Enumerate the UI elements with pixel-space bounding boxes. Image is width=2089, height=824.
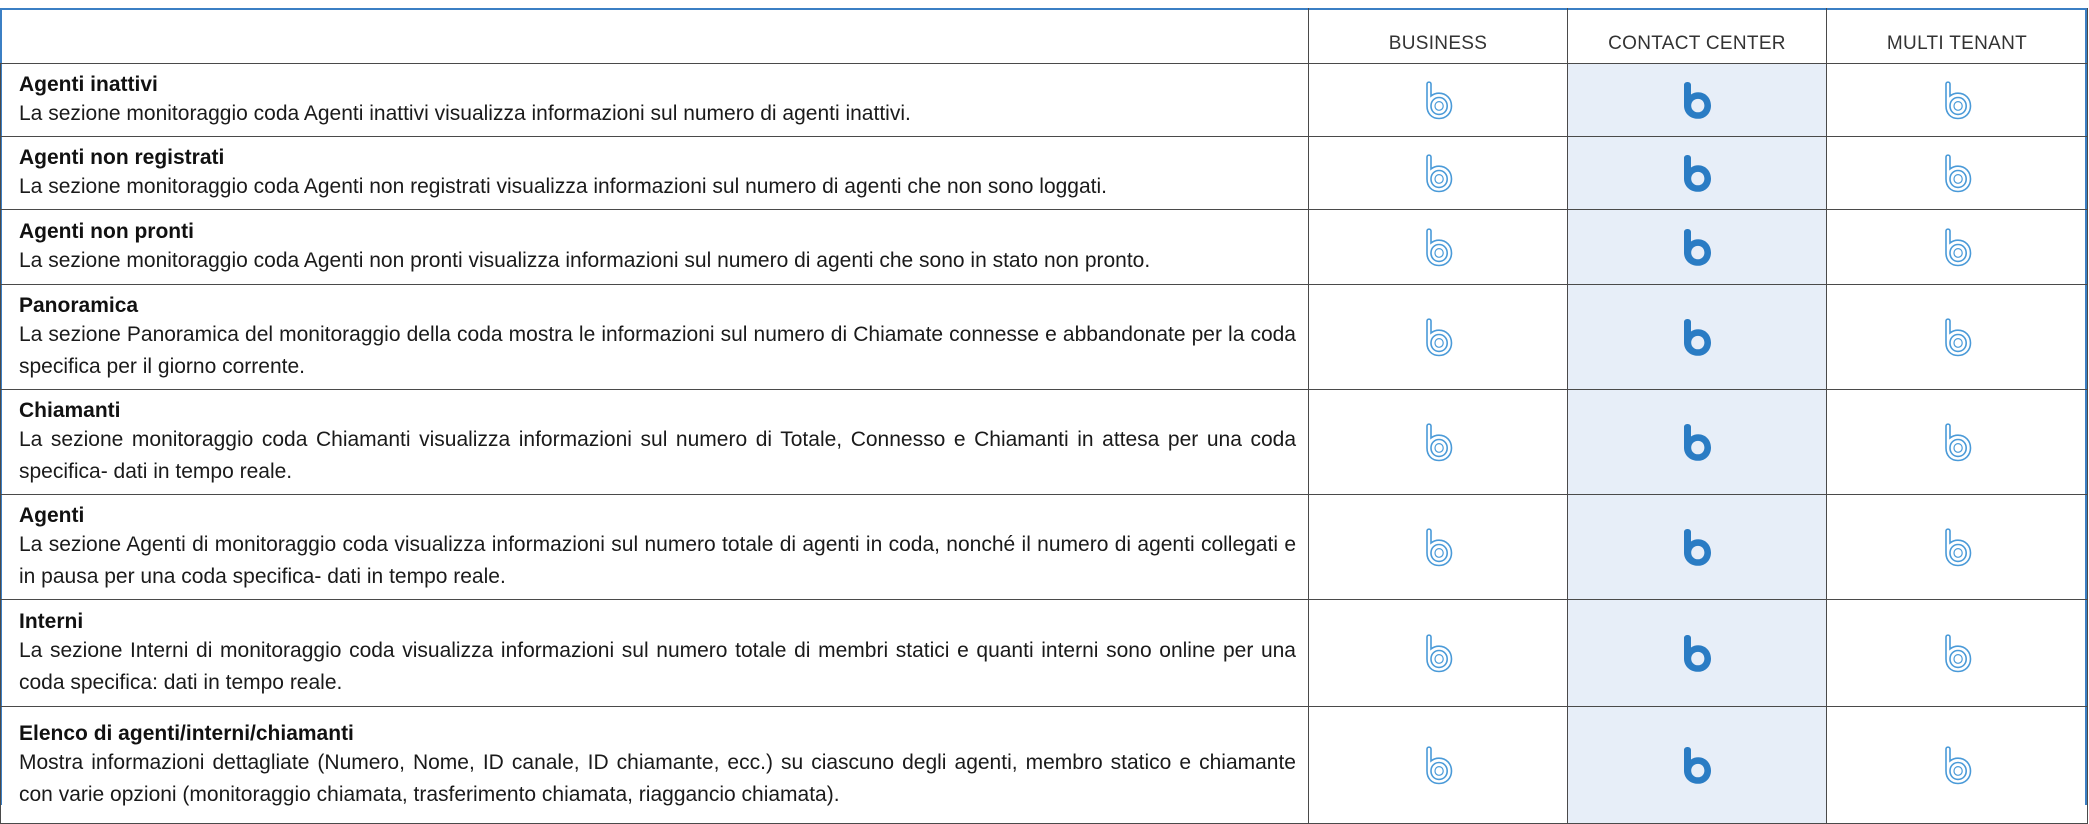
brand-b-outline-icon: [1940, 422, 1974, 462]
plan-cell-multi-tenant: [1826, 493, 2088, 600]
brand-b-filled-icon: [1680, 227, 1714, 267]
feature-description: La sezione Interni di monitoraggio coda …: [19, 638, 1296, 694]
table-row: Agenti La sezione Agenti di monitoraggio …: [0, 493, 2088, 600]
plan-cell-contact-center: [1567, 135, 1827, 210]
brand-b-outline-icon: [1940, 527, 1974, 567]
table-row: Interni La sezione Interni di monitoraggi…: [0, 598, 2088, 707]
brand-b-outline-icon: [1421, 633, 1455, 673]
table-row: Agenti inattivi La sezione monitoraggio c…: [0, 62, 2088, 137]
brand-b-outline-icon: [1421, 745, 1455, 785]
feature-description: La sezione Agenti di monitoraggio coda v…: [19, 532, 1296, 588]
feature-description: Mostra informazioni dettagliate (Numero,…: [19, 750, 1296, 806]
feature-comparison-table: BUSINESS CONTACT CENTER MULTI TENANT Age…: [0, 8, 2088, 824]
brand-b-outline-icon: [1421, 527, 1455, 567]
feature-description: La sezione monitoraggio coda Agenti non …: [19, 248, 1151, 272]
brand-b-filled-icon: [1680, 633, 1714, 673]
plan-cell-business: [1308, 208, 1568, 285]
feature-description: La sezione monitoraggio coda Chiamanti v…: [19, 427, 1296, 483]
plan-cell-contact-center: [1567, 598, 1827, 707]
table-row: Chiamanti La sezione monitoraggio coda Ch…: [0, 388, 2088, 495]
table-row: Elenco di agenti/interni/chiamanti Mostra…: [0, 705, 2088, 824]
plan-cell-multi-tenant: [1826, 598, 2088, 707]
plan-cell-business: [1308, 705, 1568, 824]
feature-description: La sezione Panoramica del monitoraggio d…: [19, 322, 1296, 378]
feature-cell: Panoramica La sezione Panoramica del moni…: [0, 283, 1309, 390]
plan-cell-contact-center: [1567, 705, 1827, 824]
header-plan-contact-center: CONTACT CENTER: [1567, 8, 1827, 64]
feature-cell: Agenti La sezione Agenti di monitoraggio …: [0, 493, 1309, 600]
plan-cell-business: [1308, 388, 1568, 495]
plan-cell-multi-tenant: [1826, 208, 2088, 285]
feature-cell: Interni La sezione Interni di monitoraggi…: [0, 598, 1309, 707]
plan-cell-contact-center: [1567, 208, 1827, 285]
brand-b-outline-icon: [1940, 80, 1974, 120]
brand-b-filled-icon: [1680, 153, 1714, 193]
brand-b-outline-icon: [1940, 227, 1974, 267]
brand-b-filled-icon: [1680, 422, 1714, 462]
header-feature-cell: [0, 8, 1309, 64]
plan-cell-contact-center: [1567, 493, 1827, 600]
plan-cell-business: [1308, 62, 1568, 137]
table-row: Panoramica La sezione Panoramica del moni…: [0, 283, 2088, 390]
feature-cell: Elenco di agenti/interni/chiamanti Mostra…: [0, 705, 1309, 824]
plan-cell-multi-tenant: [1826, 388, 2088, 495]
plan-cell-multi-tenant: [1826, 705, 2088, 824]
header-plan-business: BUSINESS: [1308, 8, 1568, 64]
brand-b-outline-icon: [1421, 80, 1455, 120]
feature-title: Elenco di agenti/interni/chiamanti: [19, 721, 354, 745]
plan-cell-business: [1308, 135, 1568, 210]
plan-cell-contact-center: [1567, 283, 1827, 390]
brand-b-filled-icon: [1680, 527, 1714, 567]
feature-cell: Agenti non registrati La sezione monitora…: [0, 135, 1309, 210]
feature-title: Agenti non pronti: [19, 219, 194, 243]
feature-title: Chiamanti: [19, 398, 121, 422]
feature-title: Panoramica: [19, 293, 139, 317]
table-row: Agenti non pronti La sezione monitoraggio…: [0, 208, 2088, 285]
table-header-row: BUSINESS CONTACT CENTER MULTI TENANT: [0, 8, 2088, 64]
feature-title: Agenti inattivi: [19, 72, 158, 96]
plan-cell-multi-tenant: [1826, 62, 2088, 137]
brand-b-outline-icon: [1421, 227, 1455, 267]
brand-b-filled-icon: [1680, 317, 1714, 357]
plan-cell-multi-tenant: [1826, 135, 2088, 210]
plan-cell-business: [1308, 283, 1568, 390]
brand-b-outline-icon: [1940, 317, 1974, 357]
brand-b-outline-icon: [1940, 153, 1974, 193]
brand-b-filled-icon: [1680, 745, 1714, 785]
table-row: Agenti non registrati La sezione monitora…: [0, 135, 2088, 210]
header-plan-multi-tenant: MULTI TENANT: [1826, 8, 2088, 64]
feature-cell: Chiamanti La sezione monitoraggio coda Ch…: [0, 388, 1309, 495]
plan-cell-business: [1308, 493, 1568, 600]
feature-title: Interni: [19, 609, 84, 633]
feature-description: La sezione monitoraggio coda Agenti non …: [19, 174, 1107, 198]
feature-title: Agenti non registrati: [19, 145, 225, 169]
brand-b-filled-icon: [1680, 80, 1714, 120]
brand-b-outline-icon: [1421, 317, 1455, 357]
brand-b-outline-icon: [1421, 153, 1455, 193]
brand-b-outline-icon: [1940, 745, 1974, 785]
brand-b-outline-icon: [1421, 422, 1455, 462]
feature-cell: Agenti non pronti La sezione monitoraggio…: [0, 208, 1309, 285]
plan-cell-business: [1308, 598, 1568, 707]
plan-cell-contact-center: [1567, 62, 1827, 137]
feature-cell: Agenti inattivi La sezione monitoraggio c…: [0, 62, 1309, 137]
plan-cell-contact-center: [1567, 388, 1827, 495]
feature-title: Agenti: [19, 503, 85, 527]
brand-b-outline-icon: [1940, 633, 1974, 673]
plan-cell-multi-tenant: [1826, 283, 2088, 390]
feature-description: La sezione monitoraggio coda Agenti inat…: [19, 101, 911, 125]
